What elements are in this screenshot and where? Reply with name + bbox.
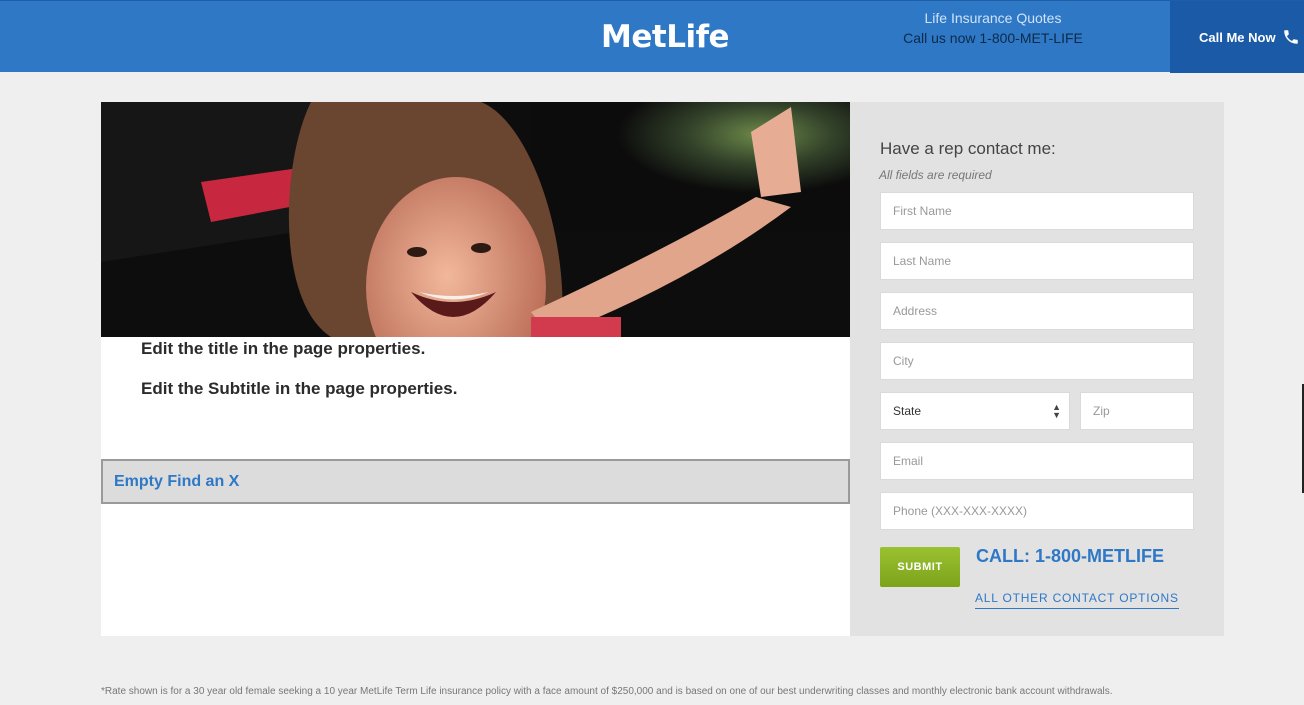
- other-contact-options-link[interactable]: ALL OTHER CONTACT OPTIONS: [975, 591, 1179, 609]
- last-name-field[interactable]: Last Name: [880, 242, 1194, 280]
- metlife-logo[interactable]: MetLife: [601, 19, 730, 55]
- page-title: Edit the title in the page properties.: [141, 339, 426, 358]
- hero-photo: [101, 102, 850, 337]
- select-arrows-icon: ▲ ▼: [1052, 402, 1061, 420]
- form-note: All fields are required: [879, 168, 992, 182]
- call-me-now-label: Call Me Now: [1199, 29, 1276, 45]
- phone-field[interactable]: Phone (XXX-XXX-XXXX): [880, 492, 1194, 530]
- call-me-now-button[interactable]: Call Me Now: [1170, 1, 1304, 73]
- site-header: MetLife Life Insurance Quotes Call us no…: [0, 0, 1304, 73]
- hero-image: [101, 102, 850, 337]
- form-heading: Have a rep contact me:: [880, 139, 1056, 158]
- find-an-x-label: Empty Find an X: [114, 472, 240, 490]
- phone-icon: [1283, 30, 1298, 44]
- email-field[interactable]: Email: [880, 442, 1194, 480]
- address-field[interactable]: Address: [880, 292, 1194, 330]
- state-select[interactable]: State ▲ ▼: [880, 392, 1070, 430]
- quote-title: Life Insurance Quotes: [924, 10, 1062, 26]
- zip-field[interactable]: Zip: [1080, 392, 1194, 430]
- contact-form-panel: Have a rep contact me: All fields are re…: [850, 102, 1224, 636]
- quote-info: Life Insurance Quotes Call us now 1-800-…: [880, 9, 1106, 49]
- call-metlife-link[interactable]: CALL: 1-800-METLIFE: [976, 546, 1164, 567]
- state-select-value: State: [893, 404, 922, 418]
- find-an-x-box[interactable]: Empty Find an X: [101, 459, 850, 504]
- rate-disclaimer: *Rate shown is for a 30 year old female …: [101, 686, 1113, 697]
- content-panel: Edit the title in the page properties. E…: [101, 102, 850, 636]
- page-subtitle: Edit the Subtitle in the page properties…: [141, 379, 458, 398]
- first-name-field[interactable]: First Name: [880, 192, 1194, 230]
- quote-phone[interactable]: Call us now 1-800-MET-LIFE: [880, 27, 1106, 49]
- submit-button[interactable]: SUBMIT: [880, 547, 960, 587]
- city-field[interactable]: City: [880, 342, 1194, 380]
